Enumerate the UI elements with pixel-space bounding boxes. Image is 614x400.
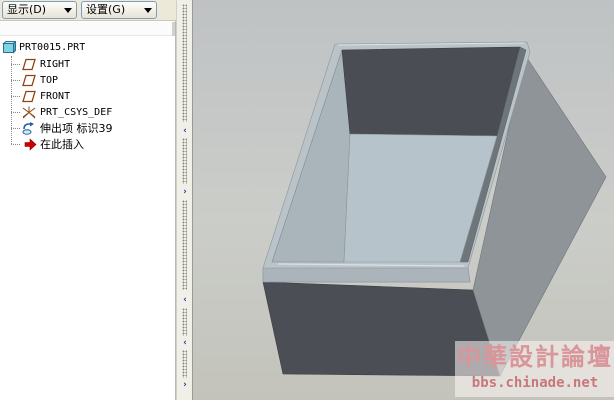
- chevron-left-icon[interactable]: ‹: [180, 339, 190, 348]
- splitter-grip: [182, 4, 187, 122]
- tree-item-label: 在此插入: [40, 138, 84, 151]
- tree-item-protrusion[interactable]: 伸出项 标识39: [0, 121, 175, 136]
- model-inner-back-wall: [341, 46, 521, 137]
- display-menu-button[interactable]: 显示(D): [2, 1, 77, 19]
- splitter-grip: [182, 138, 187, 184]
- chevron-left-icon[interactable]: ‹: [180, 296, 190, 305]
- datum-plane-icon: [22, 90, 36, 103]
- chevron-down-icon: [144, 8, 152, 13]
- tree-item-csys[interactable]: PRT_CSYS_DEF: [0, 105, 175, 120]
- tree-branch: [11, 96, 20, 97]
- panel-splitter[interactable]: ‹ › ‹ ‹ ›: [176, 0, 193, 400]
- graphics-viewport[interactable]: 中華設計論壇 bbs.chinade.net: [193, 0, 614, 400]
- tree-branch: [11, 128, 20, 129]
- watermark-url: bbs.chinade.net: [471, 375, 599, 391]
- column-divider: [172, 22, 175, 36]
- datum-plane-icon: [22, 58, 36, 71]
- tree-branch: [11, 144, 20, 145]
- tree-item-label: TOP: [40, 75, 59, 86]
- tree-branch: [11, 80, 20, 81]
- splitter-grip: [182, 200, 187, 290]
- tree-item-label: FRONT: [40, 91, 71, 102]
- datum-plane-icon: [22, 74, 36, 87]
- chevron-right-icon[interactable]: ›: [180, 381, 190, 390]
- part-icon: [2, 41, 16, 54]
- chevron-down-icon: [64, 8, 72, 13]
- splitter-grip: [182, 350, 187, 378]
- forum-watermark: 中華設計論壇 bbs.chinade.net: [455, 341, 614, 397]
- tree-column-header: [0, 22, 175, 36]
- model-tree-toolbar: 显示(D) 设置(G): [0, 0, 176, 21]
- settings-menu-button[interactable]: 设置(G): [81, 1, 157, 19]
- coordinate-system-icon: [22, 106, 36, 119]
- model-tree-panel: 显示(D) 设置(G) PRT0015.PRT RIGHT TOP FRONT …: [0, 0, 176, 400]
- chevron-right-icon[interactable]: ›: [180, 188, 190, 197]
- tree-item-datum-top[interactable]: TOP: [0, 73, 175, 88]
- insert-here-arrow-icon: [24, 138, 37, 151]
- model-inner-left-wall: [271, 49, 351, 263]
- chevron-left-icon[interactable]: ‹: [180, 127, 190, 136]
- tree-branch: [11, 112, 20, 113]
- settings-menu-label: 设置(G): [86, 3, 126, 16]
- tree-item-label: 伸出项 标识39: [40, 122, 113, 135]
- watermark-title: 中華設計論壇: [457, 342, 613, 371]
- splitter-grip: [182, 308, 187, 336]
- tree-item-datum-right[interactable]: RIGHT: [0, 57, 175, 72]
- tree-item-label: PRT_CSYS_DEF: [40, 107, 113, 118]
- tree-branch: [11, 64, 20, 65]
- tree-item-label: RIGHT: [40, 59, 71, 70]
- tree-item-datum-front[interactable]: FRONT: [0, 89, 175, 104]
- model-rim-edge: [262, 267, 471, 283]
- shelled-box-model: [262, 41, 607, 377]
- tree-item-part[interactable]: PRT0015.PRT: [0, 40, 175, 55]
- display-menu-label: 显示(D): [7, 3, 47, 16]
- tree-item-label: PRT0015.PRT: [19, 42, 86, 53]
- protrusion-feature-icon: [22, 122, 34, 135]
- tree-item-insert-here[interactable]: 在此插入: [0, 137, 175, 152]
